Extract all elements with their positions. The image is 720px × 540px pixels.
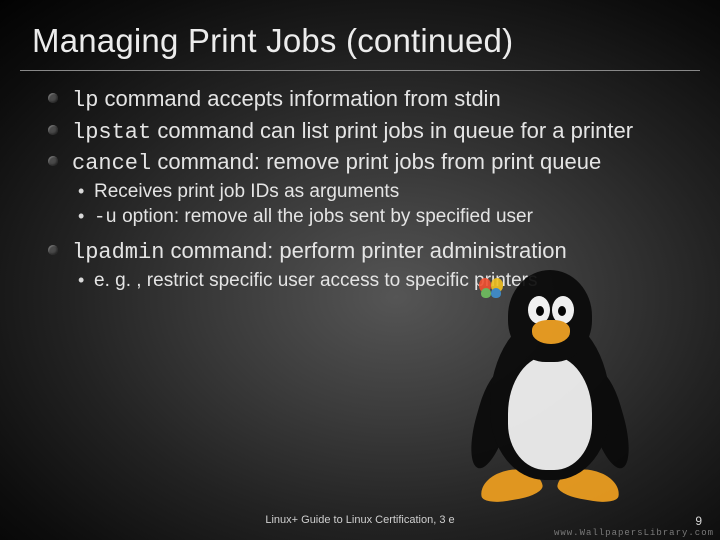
page-number: 9 [695,514,702,528]
code-text: lp [72,88,98,113]
body-text: command: perform printer administration [164,238,566,263]
sub-bullet-item: -u option: remove all the jobs sent by s… [94,205,682,230]
code-text: -u [94,206,117,228]
bullet-item: lp command accepts information from stdi… [72,85,682,115]
body-text: e. g. , restrict specific user access to… [94,270,538,291]
slide-content: lp command accepts information from stdi… [0,71,720,298]
sub-bullet-list: e. g. , restrict specific user access to… [72,267,682,298]
watermark-text: www.WallpapersLibrary.com [554,528,714,538]
body-text: Receives print job IDs as arguments [94,181,399,202]
code-text: cancel [72,151,151,176]
footer-text: Linux+ Guide to Linux Certification, 3 e [0,514,720,526]
slide-title: Managing Print Jobs (continued) [0,0,720,70]
bullet-item: lpadmin command: perform printer adminis… [72,237,682,298]
sub-bullet-item: Receives print job IDs as arguments [94,180,682,204]
bullet-item: cancel command: remove print jobs from p… [72,148,682,235]
butterfly-icon [479,278,505,300]
bullet-list: lp command accepts information from stdi… [72,85,682,298]
body-text: command can list print jobs in queue for… [151,118,633,143]
slide: Managing Print Jobs (continued) lp comma… [0,0,720,540]
sub-bullet-item: e. g. , restrict specific user access to… [94,269,682,293]
body-text: command accepts information from stdin [98,86,500,111]
code-text: lpstat [72,120,151,145]
bullet-item: lpstat command can list print jobs in qu… [72,117,682,147]
body-text: option: remove all the jobs sent by spec… [117,206,533,227]
sub-bullet-list: Receives print job IDs as arguments -u o… [72,178,682,235]
body-text: command: remove print jobs from print qu… [151,149,601,174]
code-text: lpadmin [72,240,164,265]
